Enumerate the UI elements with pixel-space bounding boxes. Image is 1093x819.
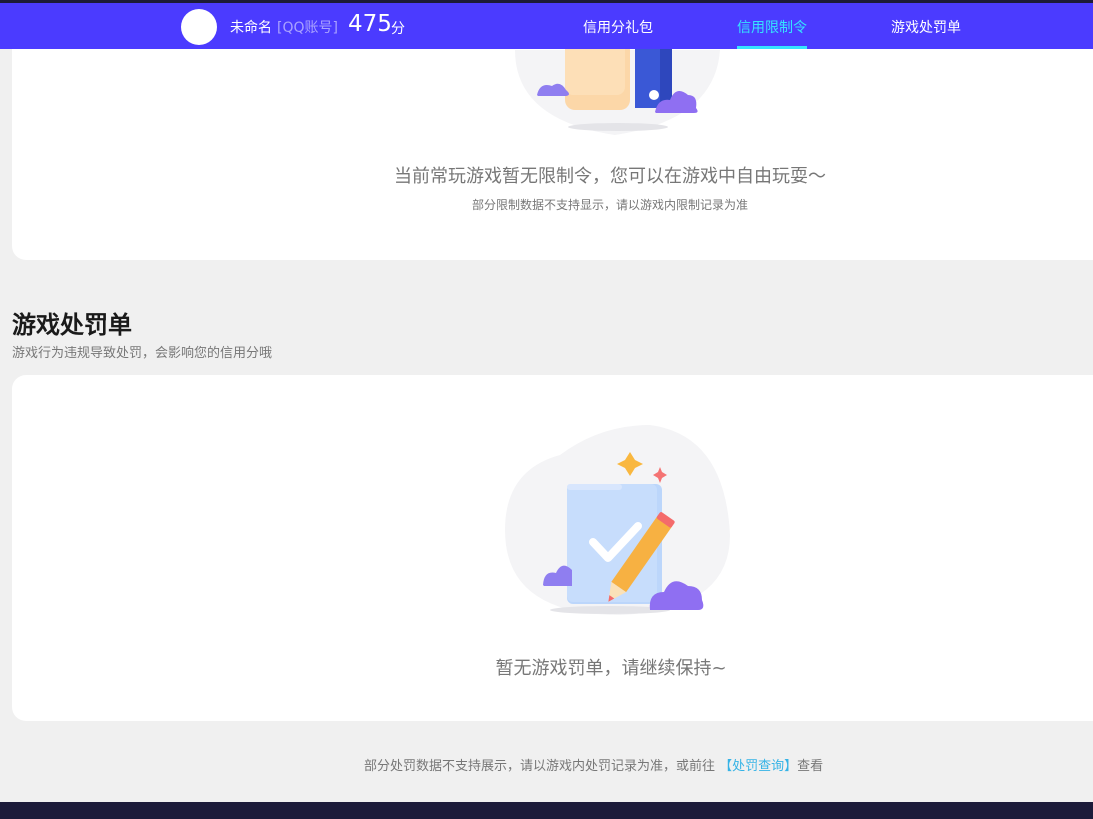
penalty-section-title: 游戏处罚单 bbox=[12, 311, 132, 339]
penalty-query-link[interactable]: 【处罚查询】 bbox=[719, 759, 797, 774]
credit-score: 475 bbox=[348, 11, 392, 37]
penalty-empty-message: 暂无游戏罚单，请继续保持~ bbox=[495, 658, 727, 679]
avatar[interactable] bbox=[181, 9, 217, 45]
username: 未命名 bbox=[230, 20, 272, 36]
penalty-section-subtitle: 游戏行为违规导致处罚，会影响您的信用分哦 bbox=[12, 346, 273, 361]
active-tab-indicator bbox=[737, 46, 807, 49]
penalty-footer-note: 部分处罚数据不支持展示，请以游戏内处罚记录为准，或前往 【处罚查询】查看 bbox=[364, 755, 823, 774]
nav-tab-game-penalty[interactable]: 游戏处罚单 bbox=[891, 17, 961, 37]
nav-tab-credit-gift[interactable]: 信用分礼包 bbox=[583, 17, 653, 37]
top-nav-bar: 未命名 [QQ账号] 475 分 信用分礼包 信用限制令 游戏处罚单 bbox=[0, 0, 1093, 49]
credit-score-unit: 分 bbox=[391, 21, 405, 37]
nav-tab-credit-restriction[interactable]: 信用限制令 bbox=[737, 17, 807, 37]
footer-note-prefix: 部分处罚数据不支持展示，请以游戏内处罚记录为准，或前往 bbox=[364, 759, 716, 774]
restriction-empty-message: 当前常玩游戏暂无限制令，您可以在游戏中自由玩耍～ bbox=[394, 166, 826, 187]
clipboard-check-illustration bbox=[505, 425, 730, 615]
thumbs-up-illustration bbox=[515, 40, 720, 135]
account-type: [QQ账号] bbox=[277, 20, 338, 36]
page-footer-bar bbox=[0, 802, 1093, 819]
footer-note-suffix: 查看 bbox=[797, 759, 824, 774]
restriction-note: 部分限制数据不支持显示，请以游戏内限制记录为准 bbox=[471, 198, 748, 212]
